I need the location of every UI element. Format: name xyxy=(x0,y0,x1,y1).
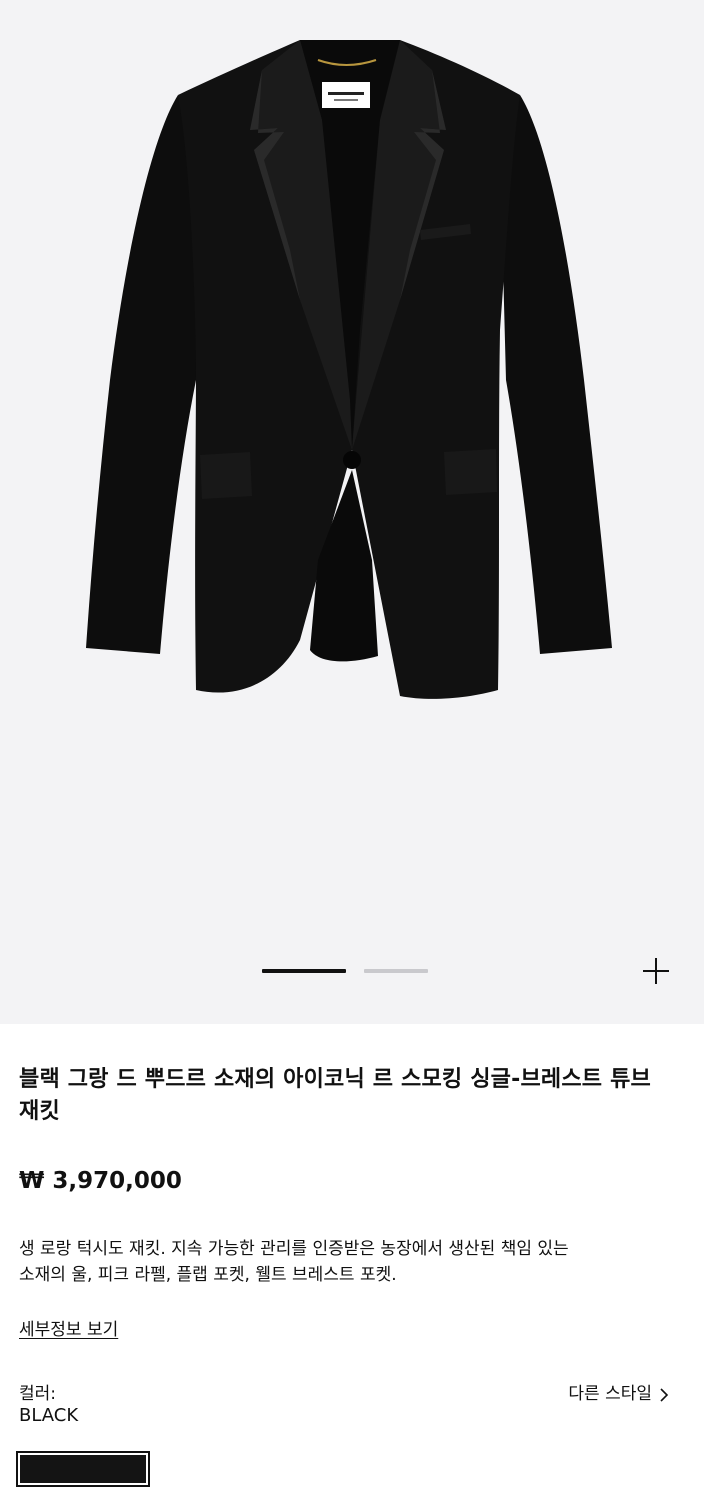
product-info: 블랙 그랑 드 뿌드르 소재의 아이코닉 르 스모킹 싱글-브레스트 튜브 재킷… xyxy=(0,1024,704,1500)
product-gallery[interactable] xyxy=(0,0,704,1024)
other-styles-button[interactable]: 다른 스타일 xyxy=(568,1382,670,1406)
color-value: BLACK xyxy=(19,1405,79,1426)
product-title: 블랙 그랑 드 뿌드르 소재의 아이코닉 르 스모킹 싱글-브레스트 튜브 재킷 xyxy=(19,1067,651,1124)
chevron-right-icon xyxy=(658,1386,670,1402)
black-tuxedo-jacket-image xyxy=(86,40,612,699)
plus-icon[interactable] xyxy=(638,953,674,989)
swatch-fill xyxy=(20,1455,146,1483)
other-styles-label: 다른 스타일 xyxy=(568,1384,652,1404)
color-label: 컬러: xyxy=(19,1384,57,1404)
product-price: ₩ 3,970,000 xyxy=(19,1168,182,1194)
gallery-page-indicator-active[interactable] xyxy=(262,969,346,973)
gallery-page-indicator-inactive[interactable] xyxy=(364,969,428,973)
view-details-link[interactable]: 세부정보 보기 xyxy=(19,1318,118,1342)
color-swatch-black[interactable] xyxy=(16,1451,150,1487)
product-description: 생 로랑 턱시도 재킷. 지속 가능한 관리를 인증받은 농장에서 생산된 책임… xyxy=(19,1239,569,1285)
